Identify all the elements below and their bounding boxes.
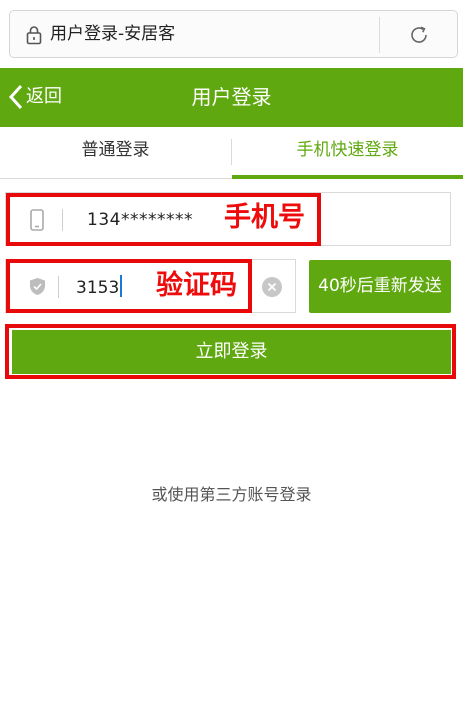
tab-normal-login[interactable]: 普通登录 [0, 127, 231, 179]
login-tabs: 普通登录 手机快速登录 [0, 127, 463, 179]
login-highlight-box [5, 324, 456, 379]
address-bar-divider [379, 17, 380, 53]
page-url-title: 用户登录-安居客 [50, 24, 176, 44]
app-header: 用户登录 返回 [0, 68, 463, 127]
clear-icon[interactable] [262, 277, 282, 297]
address-bar[interactable]: 用户登录-安居客 [9, 10, 458, 58]
back-button-label: 返回 [26, 86, 62, 107]
reload-icon[interactable] [408, 24, 430, 46]
chevron-left-icon [8, 84, 23, 110]
phone-highlight-box [6, 193, 321, 246]
browser-toolbar: 用户登录-安居客 [0, 0, 463, 68]
page-title: 用户登录 [191, 85, 272, 109]
tab-phone-quick-login[interactable]: 手机快速登录 [232, 127, 463, 179]
active-tab-indicator [232, 175, 463, 179]
back-button[interactable]: 返回 [8, 82, 62, 112]
third-party-login-link[interactable]: 或使用第三方账号登录 [0, 484, 463, 506]
resend-code-button[interactable]: 40秒后重新发送 [309, 260, 451, 313]
code-highlight-box [6, 259, 252, 313]
lock-icon [26, 26, 42, 45]
